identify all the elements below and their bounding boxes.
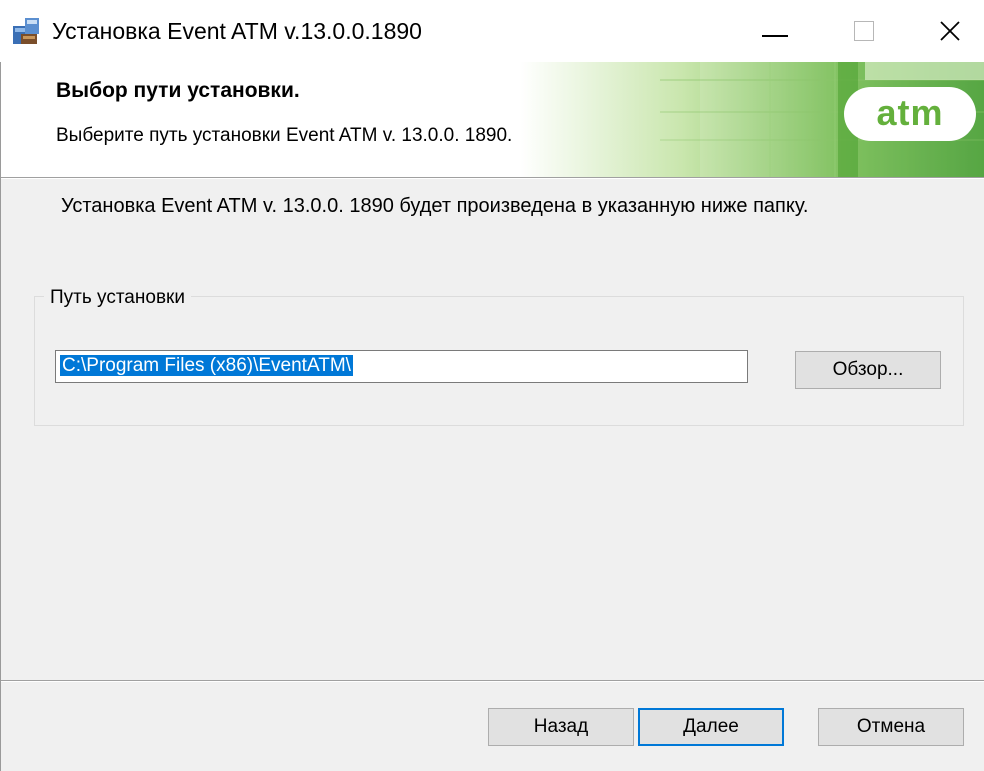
browse-button[interactable]: Обзор... bbox=[795, 351, 941, 389]
cancel-button[interactable]: Отмена bbox=[818, 708, 964, 746]
close-icon bbox=[940, 21, 960, 41]
installer-package-icon bbox=[13, 18, 39, 44]
window-left-edge bbox=[0, 62, 1, 771]
next-button[interactable]: Далее bbox=[638, 708, 784, 746]
install-path-value: C:\Program Files (x86)\EventATM\ bbox=[60, 355, 353, 376]
back-button[interactable]: Назад bbox=[488, 708, 634, 746]
minimize-icon bbox=[762, 35, 788, 37]
header-divider-highlight bbox=[0, 178, 984, 179]
page-title: Выбор пути установки. bbox=[56, 79, 300, 102]
close-button[interactable] bbox=[920, 0, 980, 62]
maximize-button[interactable] bbox=[834, 0, 894, 62]
install-path-input[interactable]: C:\Program Files (x86)\EventATM\ bbox=[55, 350, 748, 383]
install-description: Установка Event ATM v. 13.0.0. 1890 буде… bbox=[61, 195, 809, 217]
title-bar[interactable]: Установка Event ATM v.13.0.0.1890 bbox=[0, 0, 984, 62]
header-banner: Выбор пути установки. Выберите путь уста… bbox=[0, 62, 984, 177]
window-title: Установка Event ATM v.13.0.0.1890 bbox=[52, 18, 422, 44]
minimize-button[interactable] bbox=[745, 0, 805, 62]
install-path-group-label: Путь установки bbox=[44, 287, 191, 309]
footer-divider-highlight bbox=[0, 681, 984, 682]
page-subtitle: Выберите путь установки Event ATM v. 13.… bbox=[56, 125, 513, 146]
maximize-icon bbox=[854, 21, 874, 41]
atm-logo: atm bbox=[844, 87, 976, 141]
installer-window: Установка Event ATM v.13.0.0.1890 Выбор … bbox=[0, 0, 984, 771]
